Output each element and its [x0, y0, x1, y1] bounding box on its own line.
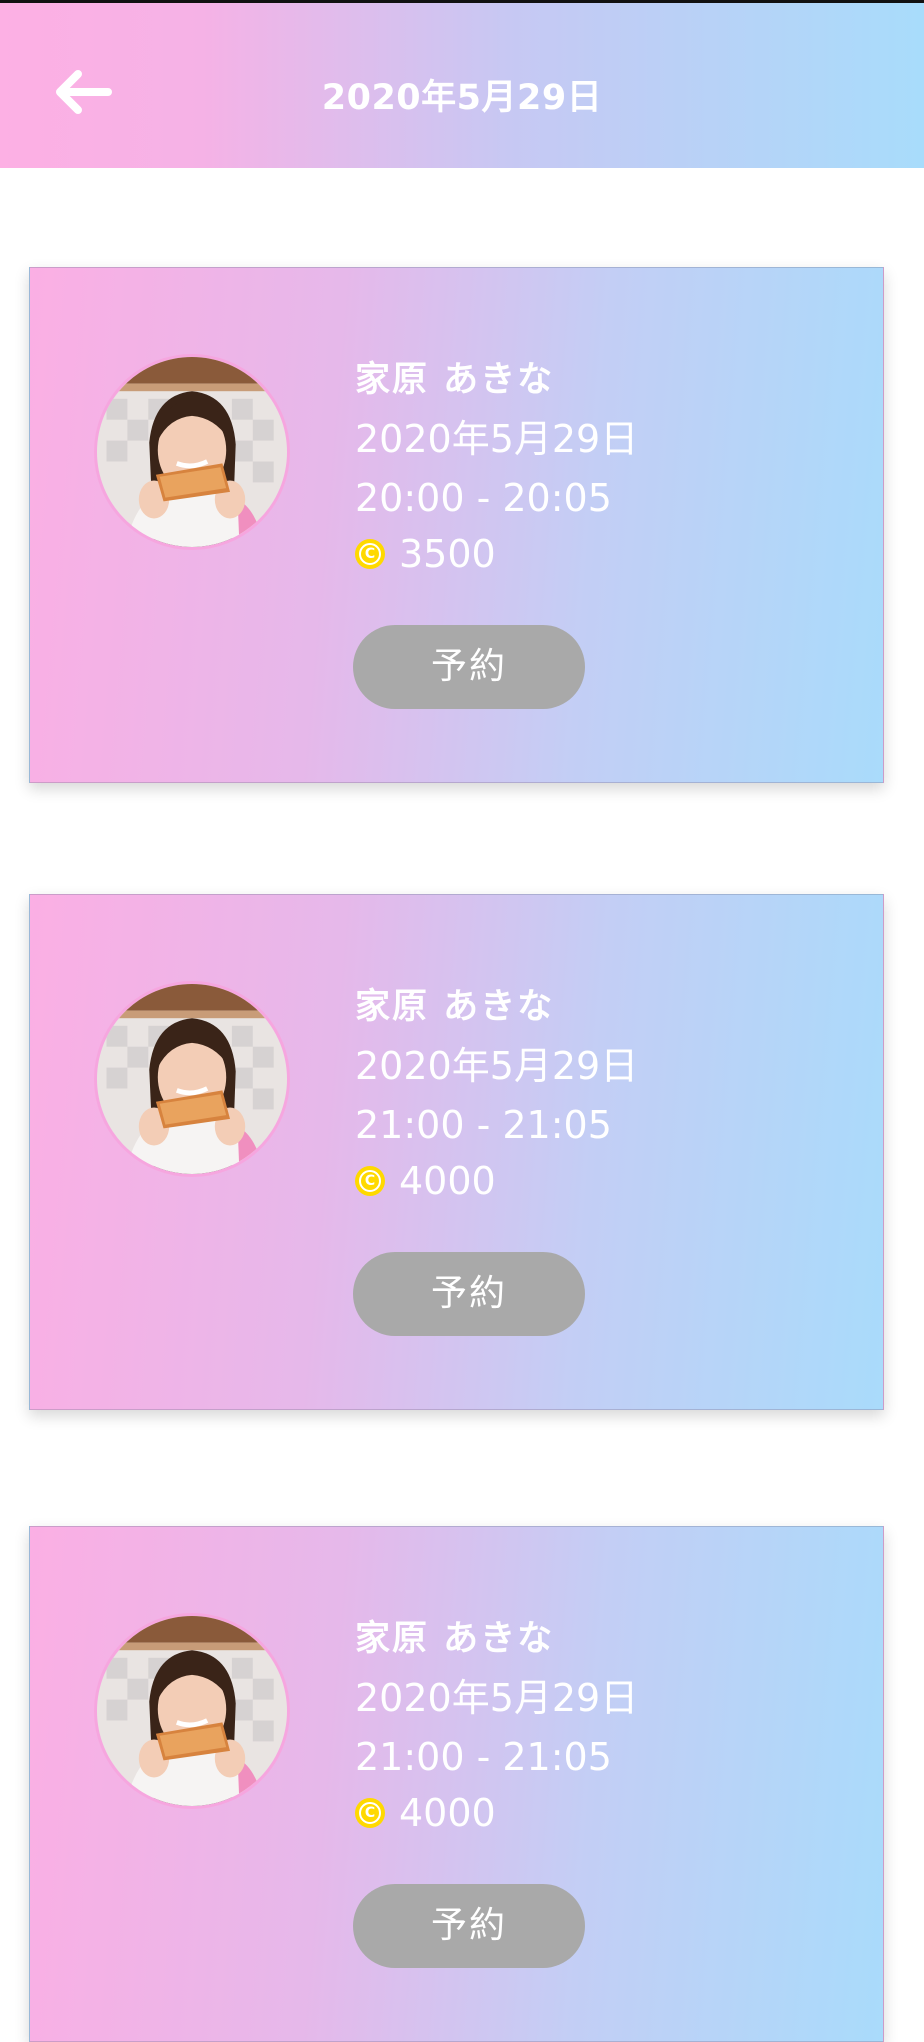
coin-icon: C — [355, 539, 385, 569]
slot-date: 2020年5月29日 — [355, 1044, 639, 1088]
slot-card: 家原 あきな 2020年5月29日 20:00 - 20:05 C 3500 予… — [29, 267, 884, 783]
slot-card: 家原 あきな 2020年5月29日 21:00 - 21:05 C 4000 予… — [29, 1526, 884, 2042]
slot-date: 2020年5月29日 — [355, 1676, 639, 1720]
performer-name: 家原 あきな — [355, 360, 555, 400]
price-row: C 4000 — [355, 1785, 638, 1841]
slot-time: 20:00 - 20:05 — [355, 476, 612, 520]
performer-name: 家原 あきな — [355, 987, 555, 1027]
avatar — [94, 1613, 290, 1809]
avatar — [94, 981, 290, 1177]
page-title: 2020年5月29日 — [321, 78, 603, 118]
price-row: C 3500 — [355, 526, 638, 582]
slot-date: 2020年5月29日 — [355, 417, 639, 461]
reserve-button[interactable]: 予約 — [353, 1252, 585, 1336]
coin-icon: C — [355, 1166, 385, 1196]
performer-name: 家原 あきな — [355, 1619, 555, 1659]
reserve-button[interactable]: 予約 — [353, 1884, 585, 1968]
slot-time: 21:00 - 21:05 — [355, 1103, 612, 1147]
reserve-button[interactable]: 予約 — [353, 625, 585, 709]
app-header: 2020年5月29日 — [0, 3, 924, 168]
price-value: 3500 — [399, 532, 496, 576]
price-value: 4000 — [399, 1159, 496, 1203]
slot-time: 21:00 - 21:05 — [355, 1735, 612, 1779]
price-row: C 4000 — [355, 1153, 638, 1209]
avatar — [94, 354, 290, 550]
coin-icon: C — [355, 1798, 385, 1828]
slot-card: 家原 あきな 2020年5月29日 21:00 - 21:05 C 4000 予… — [29, 894, 884, 1410]
price-value: 4000 — [399, 1791, 496, 1835]
